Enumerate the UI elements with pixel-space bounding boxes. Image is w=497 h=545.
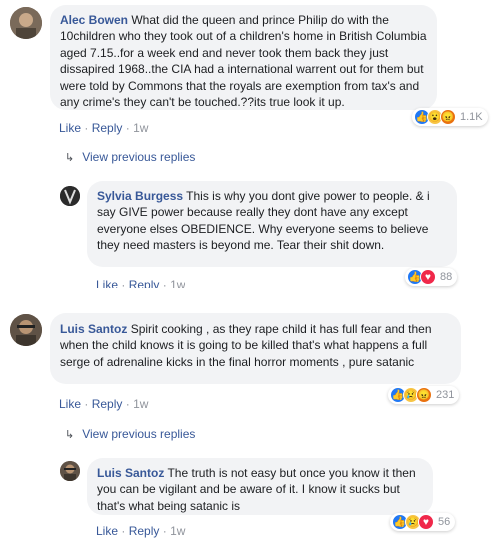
angry-icon: 😠: [440, 109, 456, 125]
separator: ·: [121, 524, 129, 538]
comment-time[interactable]: 1w: [133, 397, 148, 411]
view-previous-replies-link[interactable]: ↳ View previous replies: [65, 427, 195, 441]
avatar-photo-icon: [60, 461, 80, 481]
separator: ·: [162, 278, 171, 288]
separator: ·: [121, 278, 129, 288]
reaction-summary[interactable]: 👍 😢 😠 231: [388, 386, 460, 404]
comment-bubble: Luis Santoz Spirit cooking , as they rap…: [50, 313, 461, 384]
separator: ·: [125, 121, 134, 135]
like-link[interactable]: Like: [59, 121, 81, 135]
comment-actions: Like · Reply · 1w: [59, 397, 148, 411]
avatar[interactable]: [60, 186, 80, 206]
comment-time[interactable]: 1w: [170, 278, 185, 288]
reaction-count: 88: [440, 271, 453, 283]
reply-arrow-icon: ↳: [65, 429, 75, 441]
like-link[interactable]: Like: [96, 524, 118, 538]
like-link[interactable]: Like: [96, 278, 118, 288]
avatar-photo-icon: [60, 186, 80, 206]
avatar-photo-icon: [10, 7, 42, 39]
separator: ·: [84, 121, 92, 135]
reply-link[interactable]: Reply: [92, 397, 123, 411]
reply-link[interactable]: Reply: [129, 524, 160, 538]
reaction-summary[interactable]: 👍 😮 😠 1.1K: [412, 108, 488, 126]
comment-author[interactable]: Sylvia Burgess: [97, 189, 183, 203]
reaction-count: 56: [438, 516, 451, 528]
comment-actions: Like · Reply · 1w: [59, 121, 148, 135]
view-previous-replies-link[interactable]: ↳ View previous replies: [65, 150, 195, 164]
reaction-count: 231: [436, 389, 455, 401]
reaction-count: 1.1K: [460, 111, 483, 123]
love-icon: ♥: [420, 269, 436, 285]
separator: ·: [84, 397, 92, 411]
like-link[interactable]: Like: [59, 397, 81, 411]
comment-bubble: Alec Bowen What did the queen and prince…: [50, 5, 437, 110]
love-icon: ♥: [418, 514, 434, 530]
comment-author[interactable]: Alec Bowen: [60, 13, 128, 27]
avatar-photo-icon: [10, 314, 42, 346]
reply-bubble: Sylvia Burgess This is why you dont give…: [87, 181, 457, 267]
reply-actions: Like · Reply · 1w: [96, 524, 185, 538]
view-replies-label: View previous replies: [82, 427, 196, 441]
avatar[interactable]: [10, 314, 42, 346]
avatar[interactable]: [60, 461, 80, 481]
comment-author[interactable]: Luis Santoz: [60, 322, 127, 336]
comment-time[interactable]: 1w: [170, 524, 185, 538]
reply-link[interactable]: Reply: [129, 278, 160, 288]
separator: ·: [162, 524, 171, 538]
reaction-summary[interactable]: 👍 😢 ♥ 56: [390, 513, 456, 531]
avatar[interactable]: [10, 7, 42, 39]
reply-actions: Like · Reply · 1w: [96, 278, 185, 288]
reply-arrow-icon: ↳: [65, 152, 75, 164]
reply-bubble: Luis Santoz The truth is not easy but on…: [87, 458, 433, 515]
angry-icon: 😠: [416, 387, 432, 403]
comment-time[interactable]: 1w: [133, 121, 148, 135]
reaction-summary[interactable]: 👍 ♥ 88: [405, 268, 458, 286]
comment-author[interactable]: Luis Santoz: [97, 466, 164, 480]
reply-link[interactable]: Reply: [92, 121, 123, 135]
comment-text: What did the queen and prince Philip do …: [60, 13, 427, 110]
view-replies-label: View previous replies: [82, 150, 196, 164]
separator: ·: [125, 397, 134, 411]
